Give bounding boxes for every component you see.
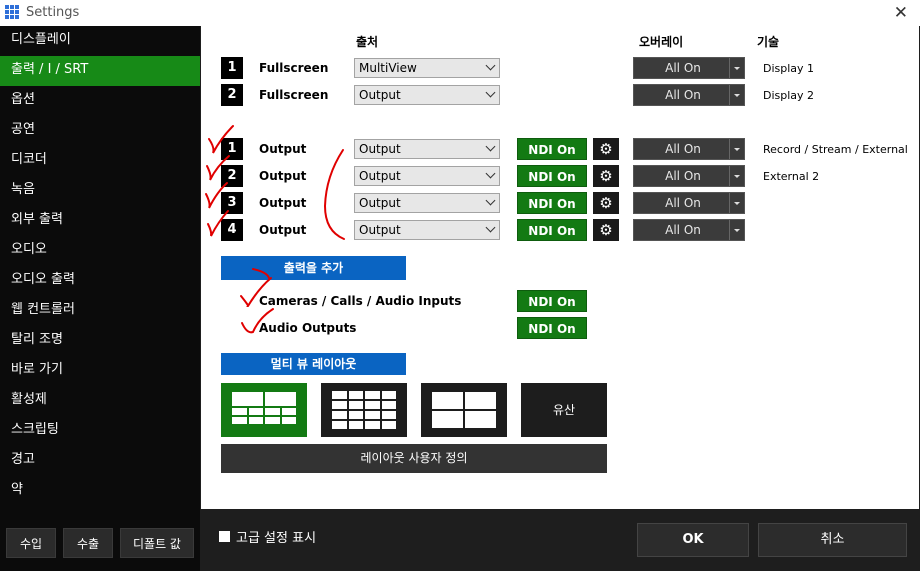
sidebar-item[interactable]: 활성제	[0, 386, 200, 416]
sidebar-item[interactable]: 바로 가기	[0, 356, 200, 386]
red-annotation-marks	[205, 125, 345, 334]
window-title: Settings	[26, 5, 80, 20]
app-grid-icon	[5, 5, 20, 20]
title-bar: Settings ✕	[0, 0, 920, 26]
sidebar-item[interactable]: 경고	[0, 446, 200, 476]
sidebar-item[interactable]: 공연	[0, 116, 200, 146]
cancel-button[interactable]: 취소	[758, 523, 907, 557]
export-button[interactable]: 수출	[63, 528, 113, 558]
settings-panel: 출처 오버레이 기술 1 Fullscreen MultiView All On Dis…	[201, 26, 919, 509]
sidebar-item[interactable]: 출력 / I / SRT	[0, 56, 200, 86]
sidebar-item[interactable]: 약	[0, 476, 200, 506]
advanced-settings-label: 고급 설정 표시	[236, 531, 317, 546]
ok-button[interactable]: OK	[637, 523, 749, 557]
footer-bar: 고급 설정 표시 OK 취소	[201, 509, 920, 571]
sidebar-item[interactable]: 웹 컨트롤러	[0, 296, 200, 326]
close-icon[interactable]: ✕	[894, 3, 908, 23]
sidebar: 디스플레이 출력 / I / SRT 옵션 공연 디코더 녹음 외부 출력 오디오 오디오 출력…	[0, 26, 200, 571]
sidebar-item[interactable]: 스크립팅	[0, 416, 200, 446]
sidebar-item[interactable]: 외부 출력	[0, 206, 200, 236]
sidebar-item[interactable]: 디스플레이	[0, 26, 200, 56]
advanced-settings-checkbox[interactable]	[219, 531, 230, 542]
import-button[interactable]: 수입	[6, 528, 56, 558]
sidebar-item[interactable]: 탈리 조명	[0, 326, 200, 356]
sidebar-item[interactable]: 녹음	[0, 176, 200, 206]
sidebar-item[interactable]: 디코더	[0, 146, 200, 176]
sidebar-item[interactable]: 오디오 출력	[0, 266, 200, 296]
defaults-button[interactable]: 디폴트 값	[120, 528, 194, 558]
sidebar-item[interactable]: 옵션	[0, 86, 200, 116]
sidebar-item[interactable]: 오디오	[0, 236, 200, 266]
